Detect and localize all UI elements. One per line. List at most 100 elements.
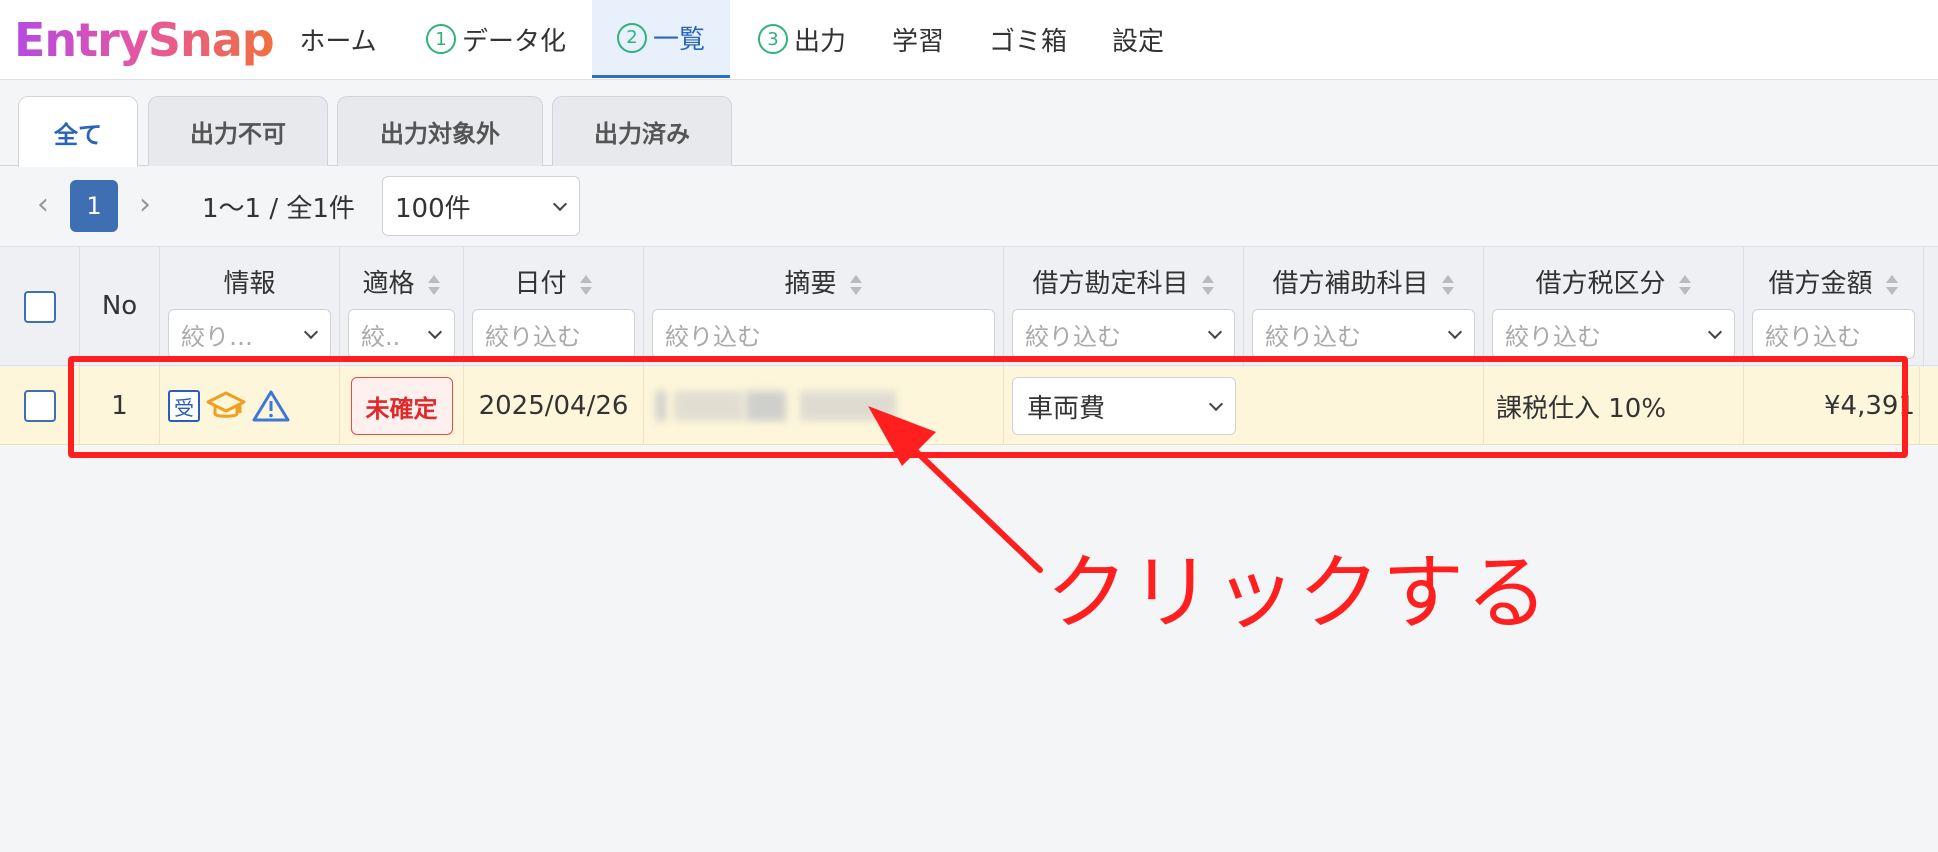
- row-date[interactable]: 2025/04/26: [464, 367, 644, 445]
- row-status-cell: 未確定: [340, 367, 464, 445]
- header-debit-amount: 借方金額 絞り込む: [1744, 247, 1924, 367]
- header-debit-sub-label: 借方補助科目: [1272, 269, 1429, 299]
- sort-icon[interactable]: [579, 274, 593, 296]
- select-all-checkbox[interactable]: [24, 291, 56, 323]
- header-debit-account-label: 借方勘定科目: [1032, 269, 1189, 299]
- header-summary: 摘要 絞り込む: [644, 247, 1004, 367]
- filter-debit-account-placeholder: 絞り込む: [1025, 322, 1121, 351]
- nav-learn-label: 学習: [891, 26, 944, 57]
- filter-debit-account-select[interactable]: 絞り込む: [1012, 309, 1235, 359]
- top-navigation: EntrySnap ホーム 1 データ化 2 一覧 3 出力 学習 ゴミ箱 設定: [0, 0, 1938, 80]
- chevron-down-icon: [1707, 324, 1723, 340]
- header-summary-label: 摘要: [784, 269, 837, 299]
- header-info: 情報 絞り…: [160, 247, 340, 367]
- filter-info-select[interactable]: 絞り…: [168, 309, 331, 359]
- redacted-text: [800, 391, 896, 421]
- chevron-down-icon: [1208, 396, 1224, 412]
- header-summary-title[interactable]: 摘要: [644, 263, 1003, 300]
- header-date-label: 日付: [514, 269, 567, 299]
- nav-home[interactable]: ホーム: [280, 0, 396, 78]
- filter-qualified-placeholder: 絞..: [361, 322, 401, 351]
- sort-icon[interactable]: [1441, 274, 1455, 296]
- chevron-down-icon: [552, 196, 568, 212]
- nav-output[interactable]: 3 出力: [744, 0, 860, 78]
- sort-icon[interactable]: [1201, 274, 1215, 296]
- step-2-icon: 2: [616, 22, 647, 53]
- header-debit-sub-title[interactable]: 借方補助科目: [1244, 263, 1483, 300]
- row-debit-amount[interactable]: ¥4,391: [1744, 367, 1920, 445]
- filter-debit-tax-placeholder: 絞り込む: [1505, 322, 1601, 351]
- row-select-cell: [0, 367, 80, 445]
- warning-icon: [252, 390, 290, 422]
- filter-debit-amount-input[interactable]: 絞り込む: [1752, 309, 1915, 359]
- nav-data-label: データ化: [461, 26, 566, 57]
- redacted-text: [656, 391, 666, 421]
- receipt-badge-icon: 受: [168, 390, 200, 422]
- sort-icon[interactable]: [427, 274, 441, 296]
- status-badge[interactable]: 未確定: [350, 377, 453, 435]
- filter-info-placeholder: 絞り…: [181, 322, 253, 351]
- sort-icon[interactable]: [1678, 274, 1692, 296]
- pagination-info: 1〜1 / 全1件: [202, 194, 355, 224]
- nav-settings-label: 設定: [1111, 26, 1164, 57]
- tab-exported[interactable]: 出力済み: [552, 96, 732, 166]
- header-debit-account-title[interactable]: 借方勘定科目: [1004, 263, 1243, 300]
- nav-learn[interactable]: 学習: [872, 0, 964, 78]
- tab-all[interactable]: 全て: [18, 96, 138, 167]
- header-debit-tax-label: 借方税区分: [1535, 269, 1666, 299]
- header-debit-tax: 借方税区分 絞り込む: [1484, 247, 1744, 367]
- nav-list[interactable]: 2 一覧: [592, 0, 730, 78]
- tab-not-exportable[interactable]: 出力不可: [148, 96, 328, 166]
- page-button-current[interactable]: 1: [70, 180, 118, 232]
- nav-settings[interactable]: 設定: [1092, 0, 1184, 78]
- step-1-icon: 1: [425, 24, 456, 54]
- graduation-cap-icon: [206, 391, 246, 418]
- tab-excluded[interactable]: 出力対象外: [337, 96, 543, 166]
- table-row[interactable]: 1 受 未確定 2025/04/26 車両費 課税仕入 10% ¥4,391: [0, 367, 1938, 445]
- header-no: No: [80, 247, 160, 367]
- nav-list-label: 一覧: [652, 25, 705, 55]
- chevron-down-icon: [303, 324, 319, 340]
- header-date-title[interactable]: 日付: [464, 263, 643, 300]
- nav-home-label: ホーム: [299, 26, 377, 57]
- redacted-text: [674, 391, 744, 421]
- filter-summary-placeholder: 絞り込む: [665, 322, 761, 351]
- app-logo[interactable]: EntrySnap: [14, 14, 275, 66]
- nav-trash[interactable]: ゴミ箱: [976, 0, 1080, 78]
- filter-summary-input[interactable]: 絞り込む: [652, 309, 995, 359]
- table-header: No 情報 絞り… 適格 絞.. 日付 絞り込む 摘要 絞り込む 借方勘定科目 …: [0, 246, 1938, 367]
- header-no-label: No: [101, 291, 138, 321]
- header-qualified-label: 適格: [362, 269, 415, 299]
- row-debit-tax[interactable]: 課税仕入 10%: [1484, 367, 1744, 445]
- header-info-label: 情報: [223, 269, 276, 299]
- header-debit-sub: 借方補助科目 絞り込む: [1244, 247, 1484, 367]
- step-3-icon: 3: [757, 24, 788, 54]
- filter-qualified-select[interactable]: 絞..: [348, 309, 455, 359]
- header-debit-tax-title[interactable]: 借方税区分: [1484, 263, 1743, 300]
- nav-output-label: 出力: [793, 26, 846, 57]
- prev-page-icon[interactable]: ‹: [28, 190, 58, 220]
- filter-date-input[interactable]: 絞り込む: [472, 309, 635, 359]
- sort-icon[interactable]: [849, 274, 863, 296]
- header-qualified: 適格 絞..: [340, 247, 464, 367]
- header-debit-amount-label: 借方金額: [1768, 269, 1873, 299]
- header-date: 日付 絞り込む: [464, 247, 644, 367]
- debit-account-select[interactable]: 車両費: [1012, 377, 1236, 435]
- header-qualified-title[interactable]: 適格: [340, 263, 463, 300]
- chevron-down-icon: [1207, 324, 1223, 340]
- debit-account-value: 車両費: [1027, 393, 1106, 424]
- row-debit-sub[interactable]: [1244, 367, 1484, 445]
- filter-debit-tax-select[interactable]: 絞り込む: [1492, 309, 1735, 359]
- row-summary-cell[interactable]: [644, 367, 1004, 445]
- header-debit-amount-title[interactable]: 借方金額: [1744, 263, 1923, 300]
- next-page-icon[interactable]: ›: [130, 190, 160, 220]
- filter-debit-sub-select[interactable]: 絞り込む: [1252, 309, 1475, 359]
- nav-trash-label: ゴミ箱: [988, 26, 1067, 57]
- redacted-text: [746, 391, 786, 421]
- row-checkbox[interactable]: [24, 390, 56, 422]
- header-debit-account: 借方勘定科目 絞り込む: [1004, 247, 1244, 367]
- sort-icon[interactable]: [1885, 274, 1899, 296]
- chevron-down-icon: [427, 324, 443, 340]
- per-page-select[interactable]: 100件: [382, 176, 580, 236]
- nav-data[interactable]: 1 データ化: [404, 0, 588, 78]
